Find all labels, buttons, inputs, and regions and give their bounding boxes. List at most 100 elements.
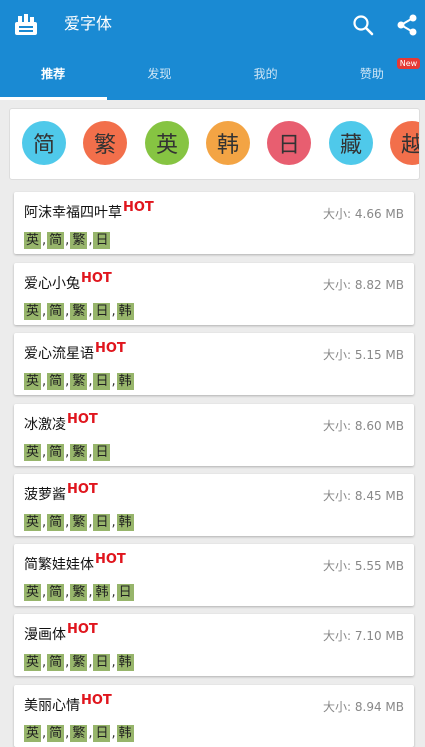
language-tag: 繁 <box>70 444 88 461</box>
hot-badge: HOT <box>67 482 98 497</box>
font-name-text: 美丽心情 <box>24 698 80 714</box>
language-tags: 英,简,繁,日 <box>24 444 111 461</box>
hot-badge: HOT <box>81 271 112 286</box>
language-tag: 日 <box>93 303 111 320</box>
tab-indicator <box>0 97 107 100</box>
language-tag: 韩 <box>93 584 111 601</box>
lang-filter-simplified[interactable]: 简 <box>22 121 66 165</box>
language-tag: 英 <box>24 514 42 531</box>
language-tag: 简 <box>47 654 65 671</box>
language-tag: 繁 <box>70 373 88 390</box>
tab-label: 赞助 <box>359 67 384 81</box>
font-name: 简繁娃娃体HOT <box>24 552 126 575</box>
language-tag: 简 <box>47 584 65 601</box>
language-tag: 英 <box>24 303 42 320</box>
search-button[interactable] <box>348 10 378 40</box>
font-card[interactable]: 爱心小兔HOT 大小: 8.82 MB 英, 简, 繁, 日, 韩 <box>14 263 414 325</box>
language-tag: 韩 <box>116 514 134 531</box>
language-tag: 繁 <box>70 584 88 601</box>
size-prefix: 大小: <box>323 207 355 221</box>
font-card[interactable]: 漫画体HOT 大小: 7.10 MB 英, 简, 繁, 日, 韩 <box>14 614 414 676</box>
tab-mine[interactable]: 我的 <box>213 48 319 100</box>
font-size-label: 大小: 8.82 MB <box>323 277 404 293</box>
tab-label: 我的 <box>253 67 278 81</box>
hot-badge: HOT <box>81 693 112 708</box>
language-tag: 简 <box>47 232 65 249</box>
size-prefix: 大小: <box>323 559 355 573</box>
new-badge: New <box>396 58 421 69</box>
language-tag: 繁 <box>70 654 88 671</box>
size-value: 7.10 MB <box>354 629 404 643</box>
language-tags: 英,简,繁,韩,日 <box>24 584 134 601</box>
font-size-label: 大小: 5.55 MB <box>323 558 404 574</box>
language-tag: 日 <box>93 232 111 249</box>
language-tag: 日 <box>93 373 111 390</box>
lang-filter-vietnamese[interactable]: 越 <box>390 121 419 165</box>
size-value: 8.45 MB <box>354 489 404 503</box>
language-tag: 日 <box>116 584 134 601</box>
font-card[interactable]: 菠萝酱HOT 大小: 8.45 MB 英, 简, 繁, 日, 韩 <box>14 474 414 536</box>
font-size-label: 大小: 7.10 MB <box>323 628 404 644</box>
size-value: 4.66 MB <box>354 207 404 221</box>
tab-label: 推荐 <box>41 67 66 81</box>
language-tags: 英,简,繁,日,韩 <box>24 514 134 531</box>
share-icon <box>397 14 417 36</box>
size-value: 5.55 MB <box>354 559 404 573</box>
font-size-label: 大小: 4.66 MB <box>323 206 404 222</box>
language-tag: 韩 <box>116 373 134 390</box>
language-tags: 英,简,繁,日,韩 <box>24 373 134 390</box>
language-tag: 英 <box>24 725 42 742</box>
size-value: 8.60 MB <box>354 419 404 433</box>
size-prefix: 大小: <box>323 489 355 503</box>
share-button[interactable] <box>392 10 422 40</box>
hot-badge: HOT <box>123 200 154 215</box>
font-size-label: 大小: 8.45 MB <box>323 488 404 504</box>
language-tag: 简 <box>47 303 65 320</box>
language-tags: 英,简,繁,日,韩 <box>24 303 134 320</box>
font-size-label: 大小: 5.15 MB <box>323 347 404 363</box>
tab-discover[interactable]: 发现 <box>106 48 212 100</box>
font-card[interactable]: 冰激凌HOT 大小: 8.60 MB 英, 简, 繁, 日 <box>14 404 414 466</box>
font-card[interactable]: 爱心流星语HOT 大小: 5.15 MB 英, 简, 繁, 日, 韩 <box>14 333 414 395</box>
font-name-text: 爱心小兔 <box>24 276 80 292</box>
language-tag: 简 <box>47 514 65 531</box>
lang-filter-korean[interactable]: 韩 <box>206 121 250 165</box>
lang-filter-english[interactable]: 英 <box>145 121 189 165</box>
language-tag: 英 <box>24 654 42 671</box>
font-name-text: 漫画体 <box>24 627 66 643</box>
lang-filter-japanese[interactable]: 日 <box>267 121 311 165</box>
language-tag: 日 <box>93 654 111 671</box>
tab-recommend[interactable]: 推荐 <box>0 48 107 100</box>
font-name: 美丽心情HOT <box>24 693 112 716</box>
size-prefix: 大小: <box>323 348 355 362</box>
language-tag: 韩 <box>116 725 134 742</box>
font-name: 爱心小兔HOT <box>24 271 112 294</box>
app-bar: 爱字体 推荐 发现 我的 赞助 New <box>0 0 425 100</box>
language-tags: 英,简,繁,日,韩 <box>24 654 134 671</box>
language-tags: 英,简,繁,日 <box>24 232 111 249</box>
search-icon <box>353 15 374 36</box>
app-title: 爱字体 <box>64 14 113 33</box>
font-size-label: 大小: 8.94 MB <box>323 699 404 715</box>
size-prefix: 大小: <box>323 278 355 292</box>
language-tag: 繁 <box>70 514 88 531</box>
language-tag: 英 <box>24 584 42 601</box>
size-value: 5.15 MB <box>354 348 404 362</box>
size-value: 8.82 MB <box>354 278 404 292</box>
language-tag: 英 <box>24 373 42 390</box>
font-name-text: 简繁娃娃体 <box>24 557 94 573</box>
font-name: 阿沫幸福四叶草HOT <box>24 200 154 223</box>
font-name: 冰激凌HOT <box>24 412 98 435</box>
tab-sponsor[interactable]: 赞助 New <box>319 48 425 100</box>
language-tag: 简 <box>47 373 65 390</box>
language-tag: 英 <box>24 232 42 249</box>
font-name: 爱心流星语HOT <box>24 341 126 364</box>
font-card[interactable]: 简繁娃娃体HOT 大小: 5.55 MB 英, 简, 繁, 韩, 日 <box>14 544 414 606</box>
lang-filter-tibetan[interactable]: 藏 <box>329 121 373 165</box>
language-tag: 简 <box>47 444 65 461</box>
language-tag: 繁 <box>70 303 88 320</box>
font-card[interactable]: 阿沫幸福四叶草HOT 大小: 4.66 MB 英, 简, 繁, 日 <box>14 192 414 254</box>
language-filter-bar: 简 繁 英 韩 日 藏 越 <box>9 108 420 180</box>
language-tag: 繁 <box>70 232 88 249</box>
lang-filter-traditional[interactable]: 繁 <box>83 121 127 165</box>
